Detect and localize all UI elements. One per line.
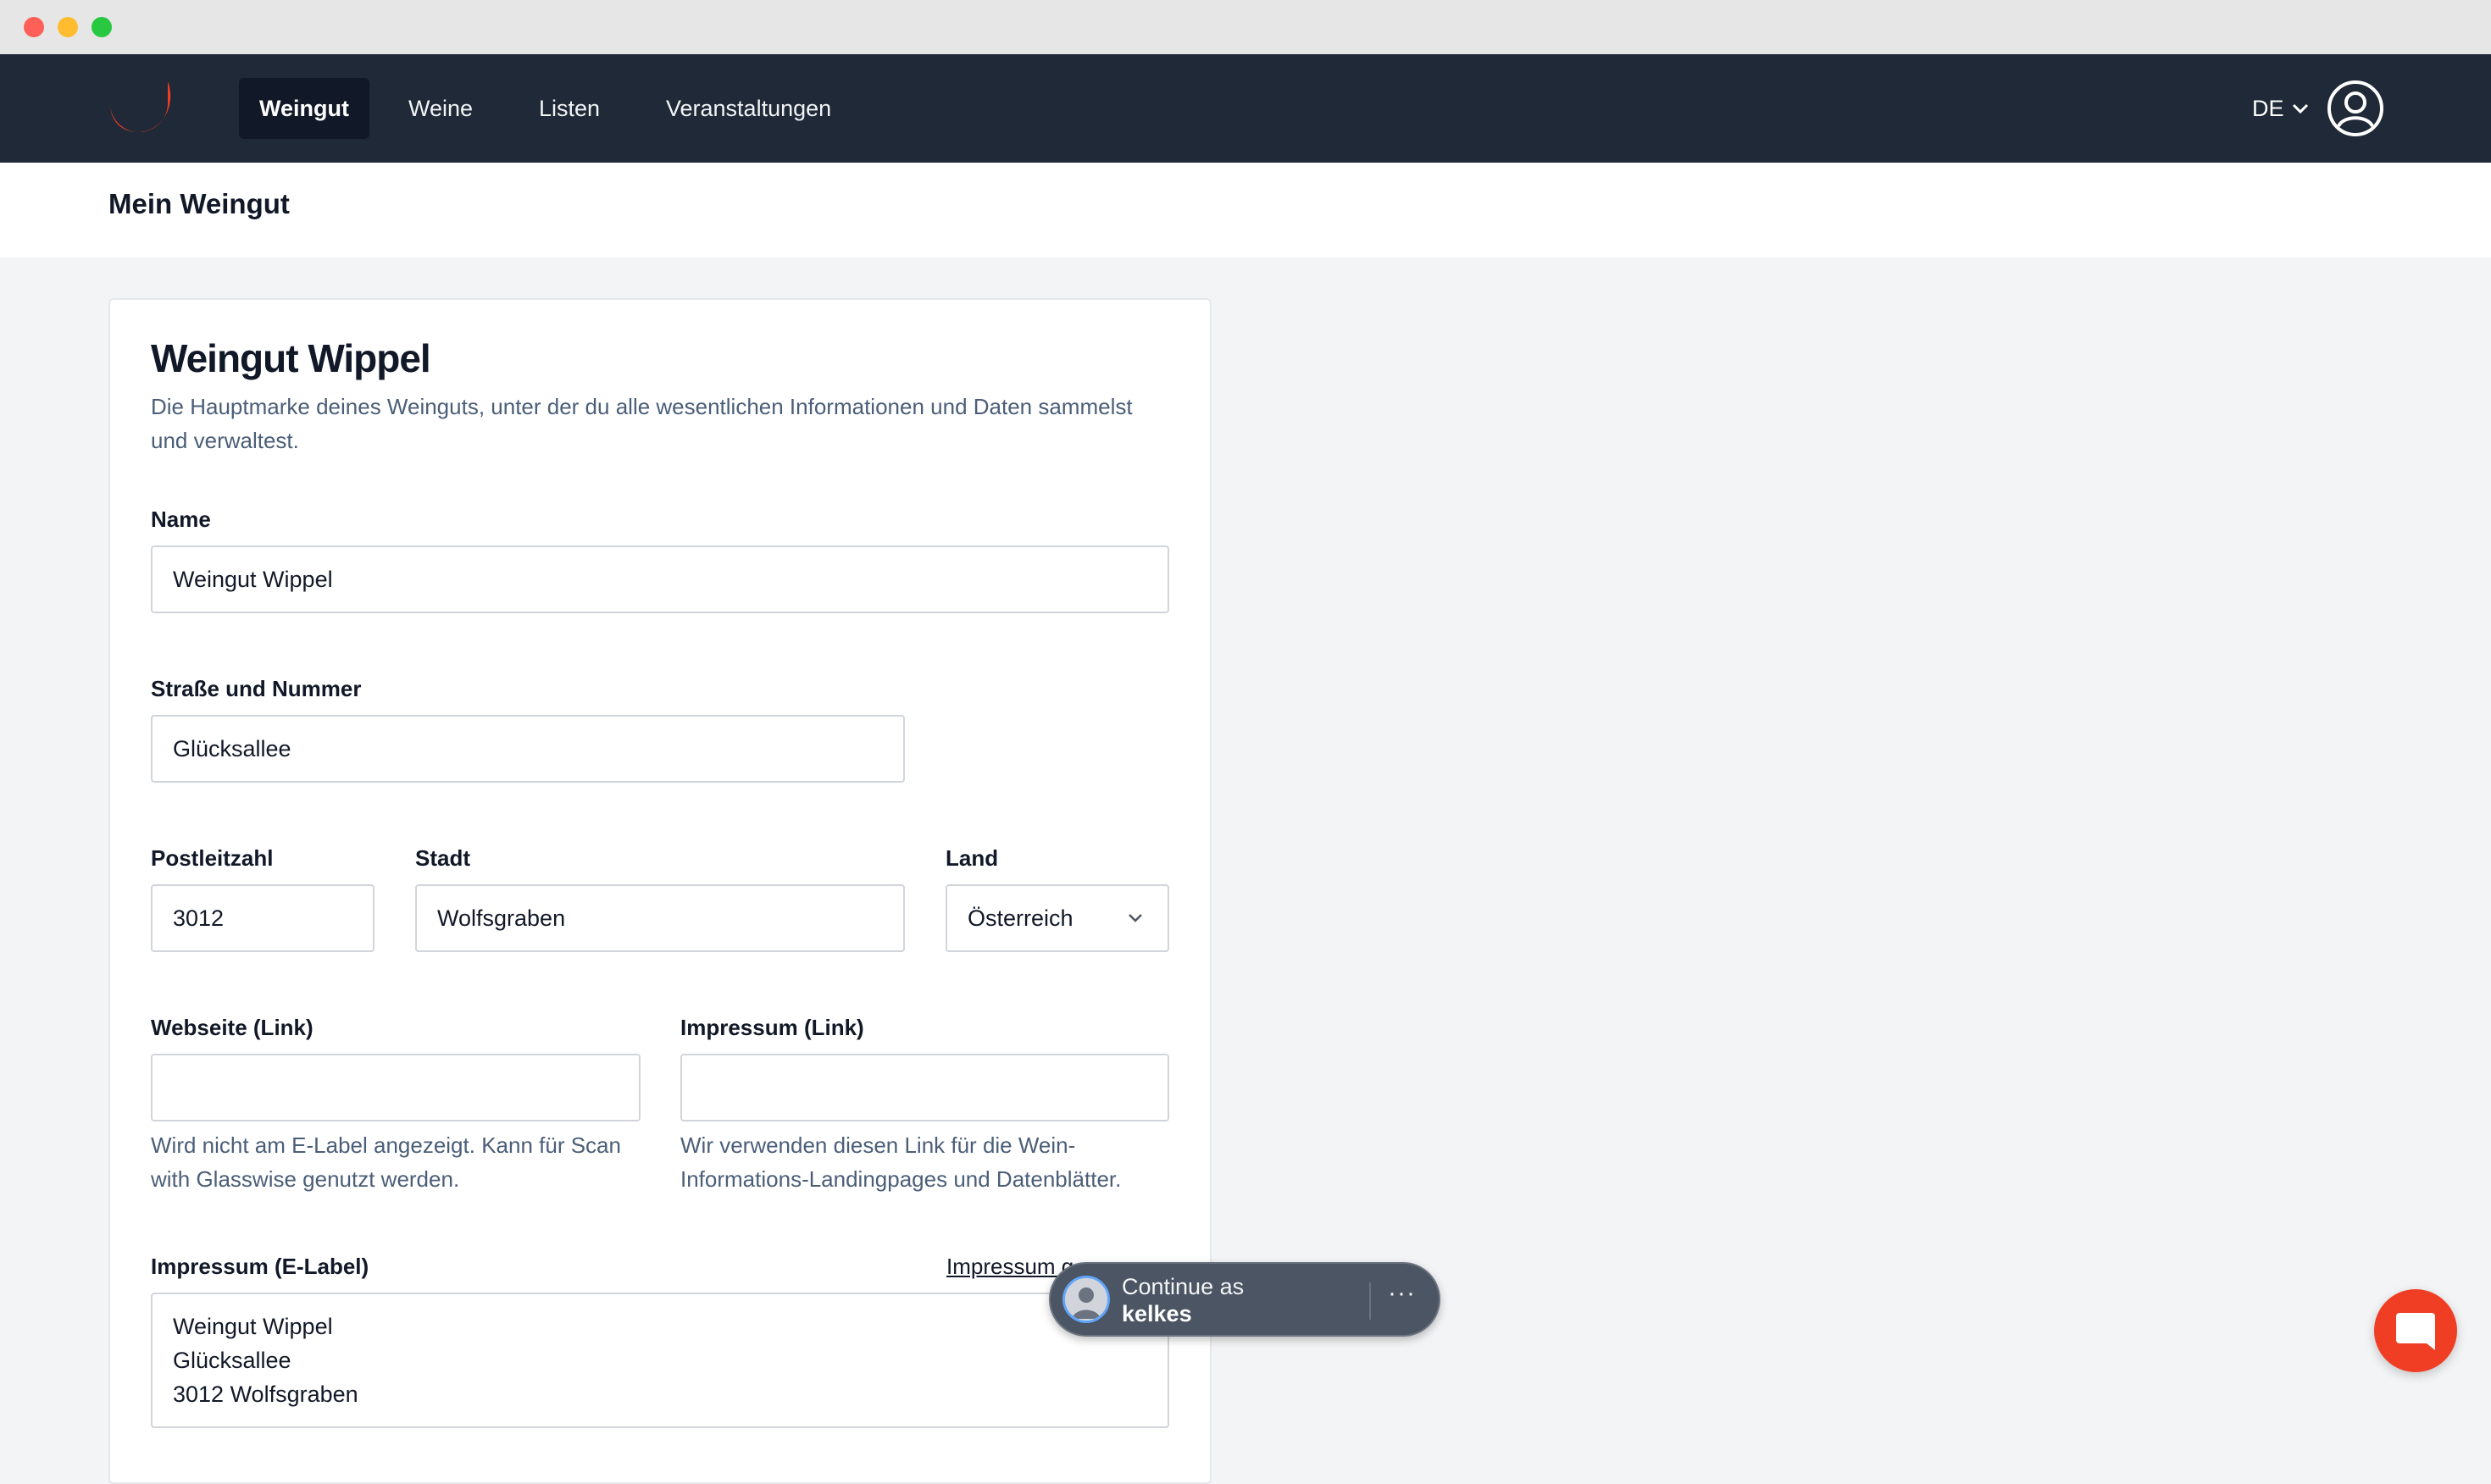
imprint-elabel-label: Impressum (E-Label) <box>151 1254 369 1279</box>
zip-field[interactable]: 3012 <box>151 884 374 952</box>
imprint-link-field[interactable] <box>680 1054 1169 1121</box>
name-label: Name <box>151 507 211 532</box>
chat-icon <box>2396 1313 2435 1350</box>
country-value: Österreich <box>968 905 1074 931</box>
brand-logo[interactable] <box>105 78 173 139</box>
imprint-elabel-textarea[interactable]: Weingut Wippel Glücksallee 3012 Wolfsgra… <box>151 1293 1169 1428</box>
close-window-button[interactable] <box>24 17 44 37</box>
nav-item-weine[interactable]: Weine <box>388 78 493 139</box>
account-name: kelkes <box>1122 1301 1192 1326</box>
top-navigation: Weingut Weine Listen Veranstaltungen DE <box>0 54 2491 163</box>
street-label: Straße und Nummer <box>151 676 362 701</box>
window-titlebar <box>0 0 2491 54</box>
nav-item-weingut[interactable]: Weingut <box>239 78 369 139</box>
card-description: Die Hauptmarke deines Weinguts, unter de… <box>151 394 1133 453</box>
minimize-window-button[interactable] <box>58 17 78 37</box>
imprint-link-help: Wir verwenden diesen Link für die Wein-I… <box>680 1132 1122 1192</box>
country-label: Land <box>946 845 999 871</box>
user-account-icon[interactable] <box>2327 80 2384 137</box>
imprint-link-label: Impressum (Link) <box>680 1015 864 1040</box>
language-selector[interactable]: DE <box>2252 78 2310 139</box>
website-help: Wird nicht am E-Label angezeigt. Kann fü… <box>151 1132 621 1192</box>
language-label: DE <box>2252 96 2284 121</box>
zip-label: Postleitzahl <box>151 845 274 871</box>
page-header: Mein Weingut <box>0 163 2491 257</box>
street-field[interactable]: Glücksallee <box>151 715 905 783</box>
city-label: Stadt <box>415 845 470 871</box>
page-title: Mein Weingut <box>108 188 290 219</box>
google-one-tap-prompt[interactable]: Continue as kelkes ··· <box>1049 1262 1440 1337</box>
website-field[interactable] <box>151 1054 641 1121</box>
nav-item-listen[interactable]: Listen <box>519 78 620 139</box>
country-select[interactable]: Österreich <box>946 884 1169 952</box>
imprint-generate-link[interactable]: Impressum g <box>946 1254 1074 1280</box>
website-label: Webseite (Link) <box>151 1015 313 1040</box>
divider <box>1369 1282 1371 1320</box>
name-field[interactable]: Weingut Wippel <box>151 545 1169 613</box>
card-title: Weingut Wippel <box>151 336 431 380</box>
chat-launcher-button[interactable] <box>2374 1289 2457 1372</box>
nav-item-veranstaltungen[interactable]: Veranstaltungen <box>646 78 852 139</box>
continue-as-label: Continue as <box>1122 1274 1245 1299</box>
city-field[interactable]: Wolfsgraben <box>415 884 905 952</box>
avatar <box>1062 1276 1110 1323</box>
user-avatar-icon <box>1065 1278 1107 1321</box>
chevron-down-icon <box>1129 914 1142 922</box>
more-options-icon[interactable]: ··· <box>1388 1279 1416 1308</box>
maximize-window-button[interactable] <box>92 17 112 37</box>
chevron-down-icon <box>2292 103 2308 114</box>
